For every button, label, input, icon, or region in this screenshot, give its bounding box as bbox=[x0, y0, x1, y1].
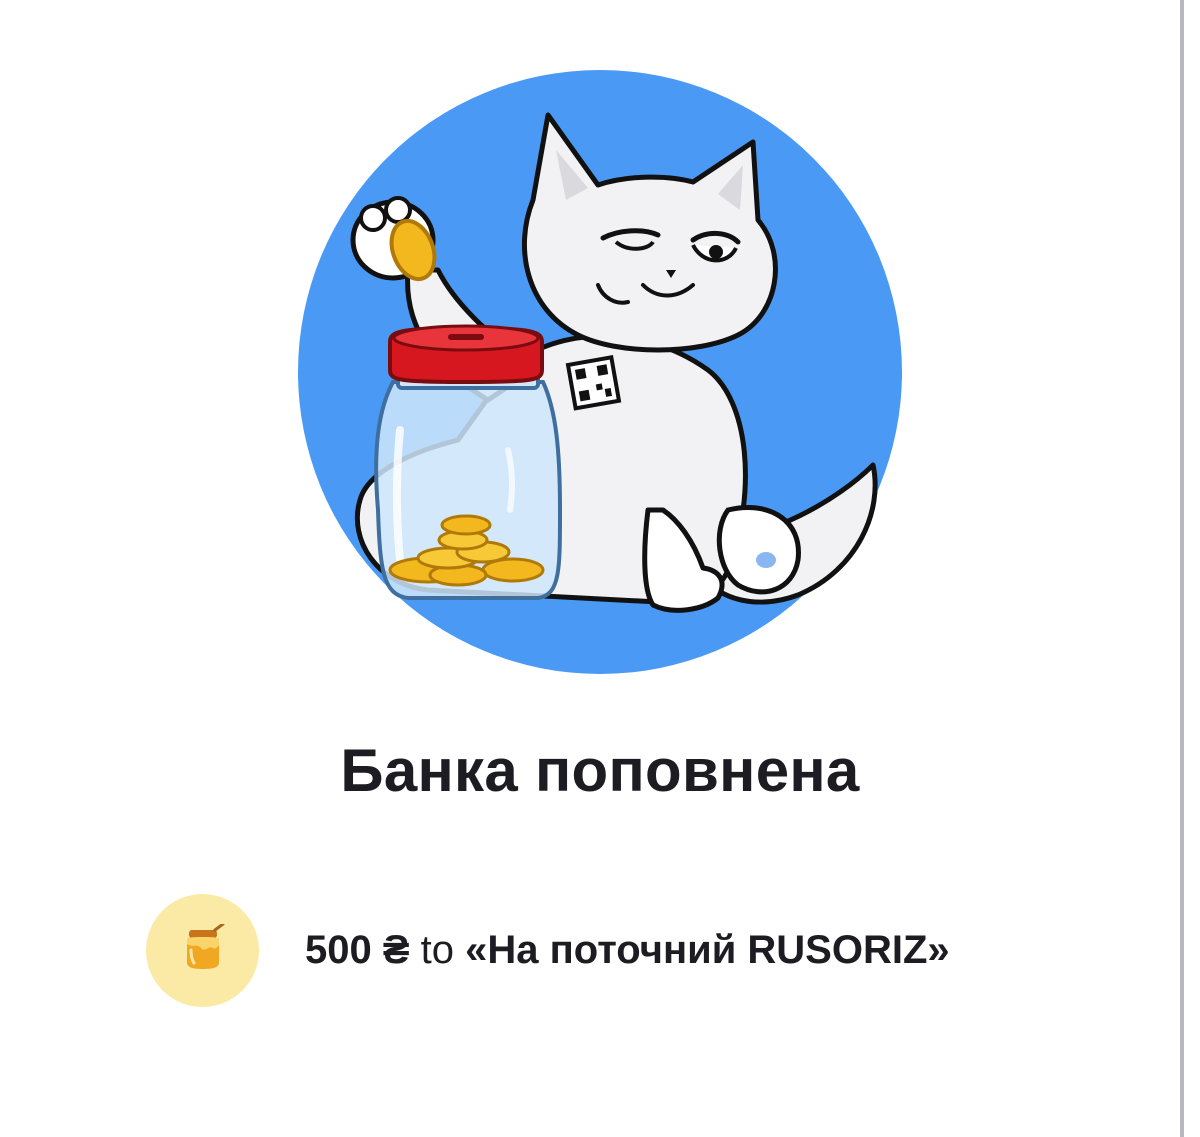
page-title: Банка поповнена bbox=[340, 737, 860, 804]
window-edge-divider bbox=[1180, 0, 1184, 1137]
jar-name: «На поточний RUSORIZ» bbox=[465, 928, 950, 972]
transfer-description: 500 ₴ to «На поточний RUSORIZ» bbox=[305, 926, 950, 974]
transfer-amount: 500 ₴ bbox=[305, 928, 410, 972]
transfer-preposition: to bbox=[420, 928, 455, 972]
transfer-summary: 500 ₴ to «На поточний RUSORIZ» bbox=[146, 893, 950, 1007]
jar-avatar bbox=[146, 893, 259, 1007]
cat-with-coin-jar-illustration bbox=[298, 70, 902, 674]
honey-jar-icon bbox=[179, 922, 227, 977]
